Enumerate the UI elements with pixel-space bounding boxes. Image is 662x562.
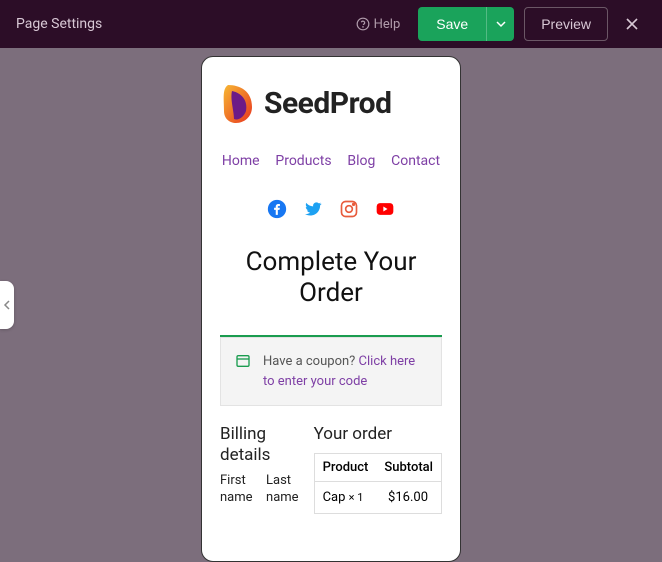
page-title: Page Settings [16,16,346,32]
chevron-down-icon [496,19,506,29]
order-section: Your order Product Subtotal Cap × 1 $16.… [314,424,442,513]
nav-item-products[interactable]: Products [275,153,331,169]
order-row: Cap × 1 $16.00 [315,482,441,513]
preview-button[interactable]: Preview [524,7,608,41]
logo-text: SeedProd [264,86,391,121]
save-dropdown-button[interactable] [486,7,514,41]
nav-item-contact[interactable]: Contact [391,153,440,169]
col-product: Product [315,454,377,481]
close-icon [622,14,642,34]
panel-expand-handle[interactable] [0,281,14,329]
help-icon [356,17,370,31]
order-table: Product Subtotal Cap × 1 $16.00 [314,453,442,514]
coupon-icon [235,353,251,376]
help-label: Help [374,17,401,32]
logo: SeedProd [220,81,442,125]
save-button[interactable]: Save [418,7,486,41]
order-table-head: Product Subtotal [315,454,441,482]
order-heading: Your order [314,424,442,444]
social-icons [220,199,442,219]
page-heading: Complete Your Order [220,247,442,309]
col-subtotal: Subtotal [376,454,441,481]
order-item-qty: × 1 [349,491,364,504]
seedprod-logo-icon [220,81,256,125]
twitter-icon[interactable] [303,199,323,219]
nav-item-blog[interactable]: Blog [347,153,375,169]
coupon-prompt-text: Have a coupon? [263,354,355,369]
instagram-icon[interactable] [339,199,359,219]
billing-section: Billing details First name Last name [220,424,306,513]
order-item-name: Cap × 1 [315,482,380,513]
first-name-label: First name [220,473,260,507]
nav-menu: Home Products Blog Contact [220,153,442,169]
coupon-notice: Have a coupon? Click here to enter your … [220,337,442,406]
checkout-columns: Billing details First name Last name You… [220,424,442,513]
save-group: Save [418,7,514,41]
close-button[interactable] [618,10,646,38]
mobile-preview-frame: SeedProd Home Products Blog Contact Comp… [201,56,461,562]
chevron-left-icon [3,299,11,311]
order-item-price: $16.00 [380,482,441,513]
top-bar: Page Settings Help Save Preview [0,0,662,48]
billing-heading: Billing details [220,424,306,465]
last-name-label: Last name [266,473,306,507]
nav-item-home[interactable]: Home [222,153,260,169]
help-link[interactable]: Help [356,17,401,32]
facebook-icon[interactable] [267,199,287,219]
page-content: SeedProd Home Products Blog Contact Comp… [202,57,460,514]
canvas-area: SeedProd Home Products Blog Contact Comp… [0,48,662,562]
youtube-icon[interactable] [375,199,395,219]
